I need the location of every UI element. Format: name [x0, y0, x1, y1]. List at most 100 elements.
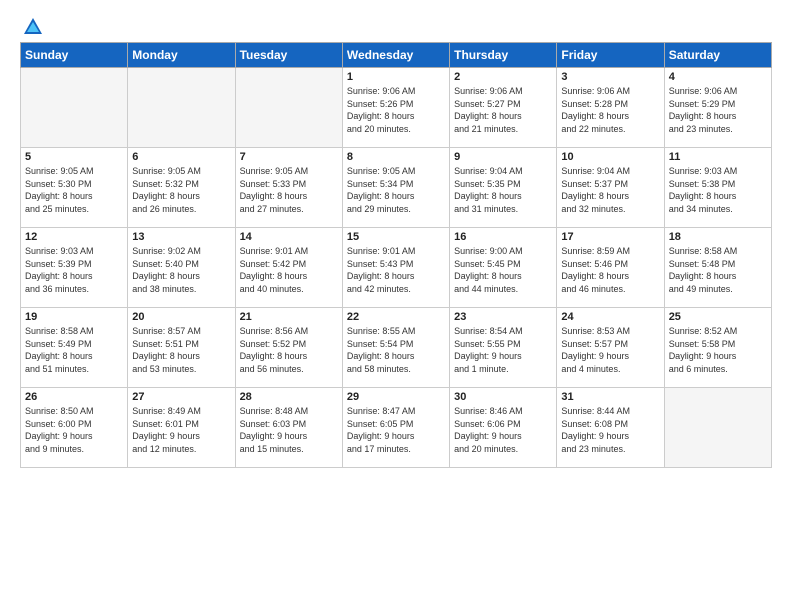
calendar-cell: 16 Sunrise: 9:00 AM Sunset: 5:45 PM Dayli… — [450, 228, 557, 308]
calendar-cell: 7 Sunrise: 9:05 AM Sunset: 5:33 PM Daylig… — [235, 148, 342, 228]
cell-content: Sunrise: 9:06 AM Sunset: 5:26 PM Dayligh… — [347, 85, 445, 135]
day-number: 26 — [25, 391, 123, 403]
day-number: 24 — [561, 311, 659, 323]
day-number: 3 — [561, 71, 659, 83]
cell-content: Sunrise: 9:05 AM Sunset: 5:33 PM Dayligh… — [240, 165, 338, 215]
weekday-header-monday: Monday — [128, 43, 235, 68]
cell-content: Sunrise: 8:57 AM Sunset: 5:51 PM Dayligh… — [132, 325, 230, 375]
calendar-cell: 10Sunrise: 9:04 AM Sunset: 5:37 PM Dayli… — [557, 148, 664, 228]
calendar-cell: 31 Sunrise: 8:44 AM Sunset: 6:08 PM Dayli… — [557, 388, 664, 468]
cell-content: Sunrise: 8:53 AM Sunset: 5:57 PM Dayligh… — [561, 325, 659, 375]
weekday-header-saturday: Saturday — [664, 43, 771, 68]
header — [20, 16, 772, 34]
cell-content: Sunrise: 8:44 AM Sunset: 6:08 PM Dayligh… — [561, 405, 659, 455]
day-number: 17 — [561, 231, 659, 243]
cell-content: Sunrise: 9:00 AM Sunset: 5:45 PM Dayligh… — [454, 245, 552, 295]
weekday-header-sunday: Sunday — [21, 43, 128, 68]
cell-content: Sunrise: 8:52 AM Sunset: 5:58 PM Dayligh… — [669, 325, 767, 375]
calendar-cell: 17 Sunrise: 8:59 AM Sunset: 5:46 PM Dayli… — [557, 228, 664, 308]
calendar-cell: 26 Sunrise: 8:50 AM Sunset: 6:00 PM Dayli… — [21, 388, 128, 468]
cell-content: Sunrise: 9:04 AM Sunset: 5:37 PM Dayligh… — [561, 165, 659, 215]
calendar-cell: 2 Sunrise: 9:06 AM Sunset: 5:27 PM Daylig… — [450, 68, 557, 148]
cell-content: Sunrise: 9:06 AM Sunset: 5:28 PM Dayligh… — [561, 85, 659, 135]
logo-text — [20, 16, 44, 38]
calendar-cell: 30Sunrise: 8:46 AM Sunset: 6:06 PM Dayli… — [450, 388, 557, 468]
calendar-week-3: 12 Sunrise: 9:03 AM Sunset: 5:39 PM Dayli… — [21, 228, 772, 308]
cell-content: Sunrise: 9:03 AM Sunset: 5:39 PM Dayligh… — [25, 245, 123, 295]
cell-content: Sunrise: 8:47 AM Sunset: 6:05 PM Dayligh… — [347, 405, 445, 455]
weekday-header-friday: Friday — [557, 43, 664, 68]
cell-content: Sunrise: 9:05 AM Sunset: 5:34 PM Dayligh… — [347, 165, 445, 215]
cell-content: Sunrise: 8:49 AM Sunset: 6:01 PM Dayligh… — [132, 405, 230, 455]
day-number: 14 — [240, 231, 338, 243]
calendar-cell: 8 Sunrise: 9:05 AM Sunset: 5:34 PM Daylig… — [342, 148, 449, 228]
calendar-table: SundayMondayTuesdayWednesdayThursdayFrid… — [20, 42, 772, 468]
day-number: 15 — [347, 231, 445, 243]
day-number: 13 — [132, 231, 230, 243]
calendar-cell: 14 Sunrise: 9:01 AM Sunset: 5:42 PM Dayli… — [235, 228, 342, 308]
calendar-cell: 1 Sunrise: 9:06 AM Sunset: 5:26 PM Daylig… — [342, 68, 449, 148]
day-number: 7 — [240, 151, 338, 163]
day-number: 5 — [25, 151, 123, 163]
cell-content: Sunrise: 9:01 AM Sunset: 5:42 PM Dayligh… — [240, 245, 338, 295]
cell-content: Sunrise: 9:06 AM Sunset: 5:29 PM Dayligh… — [669, 85, 767, 135]
calendar-cell: 12 Sunrise: 9:03 AM Sunset: 5:39 PM Dayli… — [21, 228, 128, 308]
day-number: 9 — [454, 151, 552, 163]
day-number: 29 — [347, 391, 445, 403]
day-number: 8 — [347, 151, 445, 163]
calendar-cell: 3 Sunrise: 9:06 AM Sunset: 5:28 PM Daylig… — [557, 68, 664, 148]
cell-content: Sunrise: 9:03 AM Sunset: 5:38 PM Dayligh… — [669, 165, 767, 215]
day-number: 19 — [25, 311, 123, 323]
calendar-cell: 25 Sunrise: 8:52 AM Sunset: 5:58 PM Dayli… — [664, 308, 771, 388]
cell-content: Sunrise: 8:58 AM Sunset: 5:49 PM Dayligh… — [25, 325, 123, 375]
day-number: 27 — [132, 391, 230, 403]
calendar-cell: 22Sunrise: 8:55 AM Sunset: 5:54 PM Dayli… — [342, 308, 449, 388]
calendar-page: SundayMondayTuesdayWednesdayThursdayFrid… — [0, 0, 792, 612]
cell-content: Sunrise: 9:05 AM Sunset: 5:32 PM Dayligh… — [132, 165, 230, 215]
weekday-header-thursday: Thursday — [450, 43, 557, 68]
calendar-cell — [664, 388, 771, 468]
calendar-cell: 20 Sunrise: 8:57 AM Sunset: 5:51 PM Dayli… — [128, 308, 235, 388]
cell-content: Sunrise: 9:05 AM Sunset: 5:30 PM Dayligh… — [25, 165, 123, 215]
cell-content: Sunrise: 8:58 AM Sunset: 5:48 PM Dayligh… — [669, 245, 767, 295]
cell-content: Sunrise: 9:01 AM Sunset: 5:43 PM Dayligh… — [347, 245, 445, 295]
calendar-cell: 4 Sunrise: 9:06 AM Sunset: 5:29 PM Daylig… — [664, 68, 771, 148]
cell-content: Sunrise: 8:46 AM Sunset: 6:06 PM Dayligh… — [454, 405, 552, 455]
weekday-header-wednesday: Wednesday — [342, 43, 449, 68]
day-number: 6 — [132, 151, 230, 163]
weekday-header-row: SundayMondayTuesdayWednesdayThursdayFrid… — [21, 43, 772, 68]
calendar-cell: 19 Sunrise: 8:58 AM Sunset: 5:49 PM Dayli… — [21, 308, 128, 388]
day-number: 31 — [561, 391, 659, 403]
weekday-header-tuesday: Tuesday — [235, 43, 342, 68]
day-number: 1 — [347, 71, 445, 83]
calendar-cell: 15 Sunrise: 9:01 AM Sunset: 5:43 PM Dayli… — [342, 228, 449, 308]
day-number: 28 — [240, 391, 338, 403]
day-number: 22 — [347, 311, 445, 323]
day-number: 11 — [669, 151, 767, 163]
calendar-cell: 29 Sunrise: 8:47 AM Sunset: 6:05 PM Dayli… — [342, 388, 449, 468]
calendar-cell: 23Sunrise: 8:54 AM Sunset: 5:55 PM Dayli… — [450, 308, 557, 388]
day-number: 25 — [669, 311, 767, 323]
day-number: 16 — [454, 231, 552, 243]
cell-content: Sunrise: 8:48 AM Sunset: 6:03 PM Dayligh… — [240, 405, 338, 455]
calendar-cell: 18 Sunrise: 8:58 AM Sunset: 5:48 PM Dayli… — [664, 228, 771, 308]
calendar-cell: 24 Sunrise: 8:53 AM Sunset: 5:57 PM Dayli… — [557, 308, 664, 388]
calendar-cell — [235, 68, 342, 148]
calendar-cell: 21Sunrise: 8:56 AM Sunset: 5:52 PM Dayli… — [235, 308, 342, 388]
calendar-cell: 6 Sunrise: 9:05 AM Sunset: 5:32 PM Daylig… — [128, 148, 235, 228]
calendar-week-2: 5 Sunrise: 9:05 AM Sunset: 5:30 PM Daylig… — [21, 148, 772, 228]
day-number: 18 — [669, 231, 767, 243]
calendar-cell: 9Sunrise: 9:04 AM Sunset: 5:35 PM Daylig… — [450, 148, 557, 228]
cell-content: Sunrise: 8:50 AM Sunset: 6:00 PM Dayligh… — [25, 405, 123, 455]
cell-content: Sunrise: 9:06 AM Sunset: 5:27 PM Dayligh… — [454, 85, 552, 135]
day-number: 2 — [454, 71, 552, 83]
day-number: 12 — [25, 231, 123, 243]
calendar-week-5: 26 Sunrise: 8:50 AM Sunset: 6:00 PM Dayli… — [21, 388, 772, 468]
calendar-cell — [128, 68, 235, 148]
day-number: 20 — [132, 311, 230, 323]
cell-content: Sunrise: 8:56 AM Sunset: 5:52 PM Dayligh… — [240, 325, 338, 375]
cell-content: Sunrise: 8:59 AM Sunset: 5:46 PM Dayligh… — [561, 245, 659, 295]
calendar-cell: 11 Sunrise: 9:03 AM Sunset: 5:38 PM Dayli… — [664, 148, 771, 228]
calendar-week-4: 19 Sunrise: 8:58 AM Sunset: 5:49 PM Dayli… — [21, 308, 772, 388]
day-number: 4 — [669, 71, 767, 83]
